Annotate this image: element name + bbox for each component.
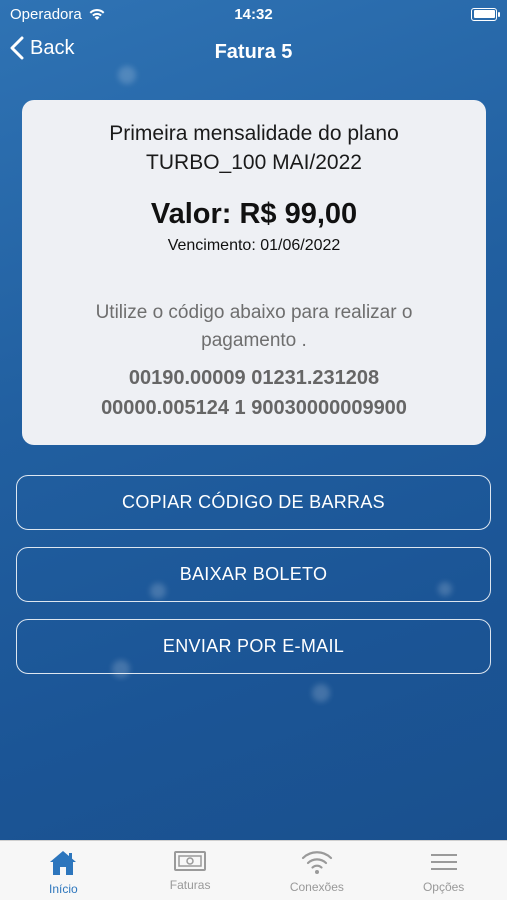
- payment-instruction: Utilize o código abaixo para realizar o …: [95, 302, 413, 351]
- battery-icon: [471, 7, 500, 21]
- status-bar-left: Operadora: [10, 6, 106, 23]
- tab-inicio[interactable]: Início: [0, 841, 127, 900]
- invoice-description: Primeira mensalidade do plano TURBO_100 …: [109, 122, 399, 174]
- tab-label: Opções: [422, 880, 465, 894]
- back-button[interactable]: Back: [10, 36, 74, 60]
- menu-icon: [430, 854, 457, 870]
- tab-faturas[interactable]: Faturas: [127, 841, 254, 900]
- tab-bar: Início Faturas Conexões Opções: [0, 840, 507, 900]
- back-label: Back: [30, 36, 75, 59]
- background-glow: [312, 684, 330, 702]
- barcode-line-1: 00190.00009 01231.231208: [128, 367, 380, 389]
- page-title: Fatura 5: [214, 40, 293, 63]
- download-boleto-button[interactable]: BAIXAR BOLETO: [16, 547, 491, 602]
- invoice-card: Primeira mensalidade do plano TURBO_100 …: [22, 100, 486, 445]
- chevron-left-icon: [10, 36, 24, 60]
- carrier-name: Operadora: [10, 5, 82, 23]
- status-bar: Operadora 14:32: [0, 0, 507, 28]
- barcode-line-2: 00000.005124 1 90030000009900: [101, 397, 407, 419]
- wifi-signal-icon: [89, 9, 105, 20]
- banknote-icon: [174, 851, 207, 871]
- send-email-button[interactable]: ENVIAR POR E-MAIL: [16, 619, 491, 674]
- tab-opcoes[interactable]: Opções: [380, 841, 507, 900]
- tab-label: Início: [49, 882, 78, 896]
- navigation-bar: Back Fatura 5: [0, 28, 507, 76]
- copy-barcode-button[interactable]: COPIAR CÓDIGO DE BARRAS: [16, 475, 491, 530]
- tab-label: Conexões: [289, 880, 344, 894]
- home-icon: [50, 851, 77, 875]
- invoice-due-date: Vencimento: 01/06/2022: [167, 237, 341, 254]
- wifi-icon: [301, 851, 332, 874]
- tab-conexoes[interactable]: Conexões: [254, 841, 381, 900]
- invoice-amount: Valor: R$ 99,00: [150, 198, 358, 230]
- tab-label: Faturas: [169, 878, 211, 892]
- barcode-number: 00190.00009 01231.231208 00000.005124 1 …: [22, 363, 486, 423]
